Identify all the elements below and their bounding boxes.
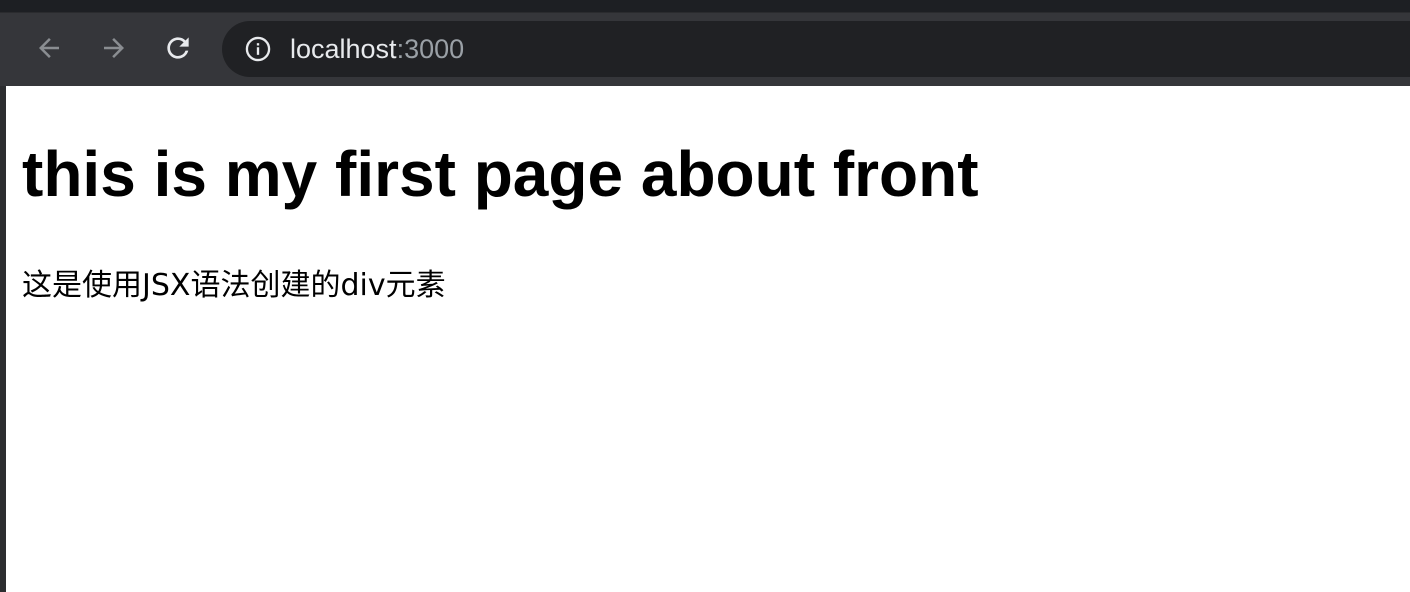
reload-icon: [167, 37, 189, 59]
info-icon[interactable]: [244, 35, 272, 63]
arrow-right-icon: [104, 38, 124, 58]
tab-strip: [0, 0, 1410, 12]
url-host: localhost: [290, 34, 397, 64]
reload-button[interactable]: [158, 28, 198, 68]
forward-button[interactable]: [94, 28, 134, 68]
arrow-left-icon: [39, 38, 59, 58]
url-port: :3000: [396, 34, 465, 64]
page-heading: this is my first page about front: [22, 138, 979, 210]
back-button[interactable]: [29, 28, 69, 68]
jsx-div-text: 这是使用JSX语法创建的div元素: [22, 268, 446, 303]
page-content: this is my first page about front 这是使用JS…: [6, 86, 1410, 592]
browser-toolbar: localhost:3000: [0, 12, 1410, 86]
address-bar[interactable]: localhost:3000: [222, 21, 1410, 77]
browser-window: localhost:3000 this is my first page abo…: [0, 0, 1410, 592]
url-text[interactable]: localhost:3000: [290, 21, 464, 77]
